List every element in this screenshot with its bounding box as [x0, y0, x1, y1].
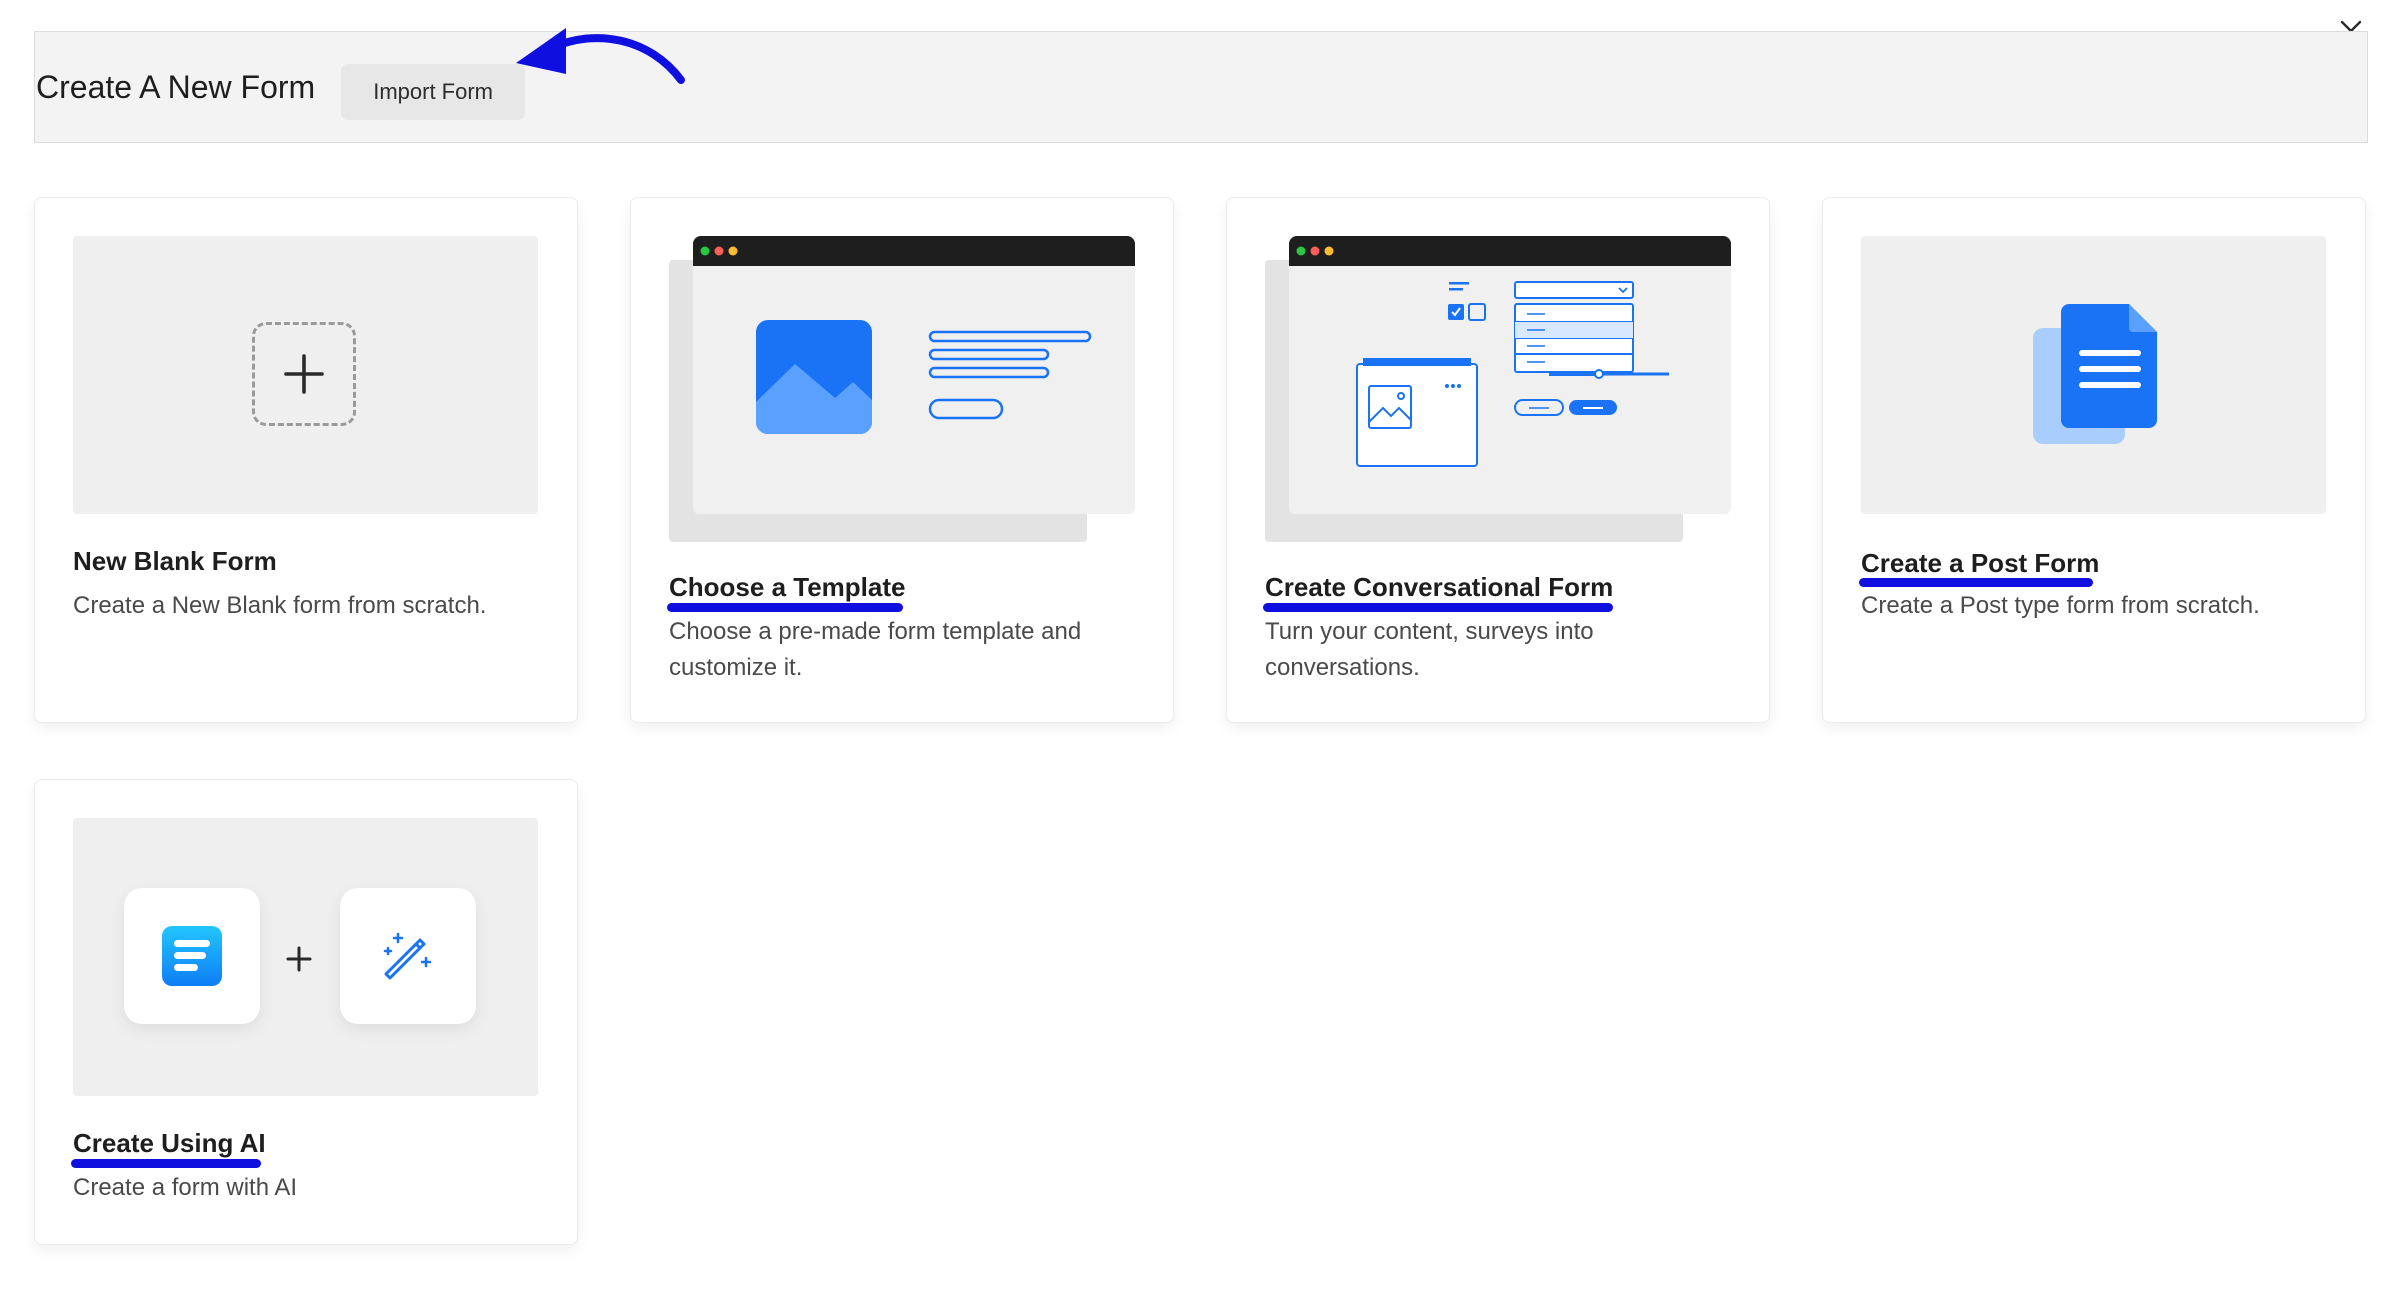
create-using-ai-card[interactable]: Create Using AI Create a form with AI	[34, 779, 578, 1245]
card-description: Choose a pre-made form template and cust…	[669, 618, 1082, 681]
fluent-forms-logo-icon	[162, 926, 222, 986]
card-title: New Blank Form	[73, 546, 277, 576]
card-preview	[73, 236, 538, 514]
card-title: Create a Post Form	[1861, 548, 2100, 578]
post-form-card[interactable]: Create a Post Form Create a Post type fo…	[1822, 197, 2366, 723]
annotation-underline	[667, 603, 903, 612]
annotation-underline	[1263, 603, 1613, 612]
plus-icon	[286, 946, 312, 972]
page-title: Create A New Form	[36, 68, 316, 105]
ai-wand-tile	[340, 888, 476, 1024]
annotation-underline	[1859, 578, 2093, 587]
annotation-arrow-icon	[516, 28, 685, 84]
card-title: Create Conversational Form	[1265, 572, 1614, 602]
new-blank-form-card[interactable]: New Blank Form Create a New Blank form f…	[34, 197, 578, 723]
magic-wand-icon	[383, 932, 432, 980]
annotation-underline	[71, 1159, 261, 1168]
ai-logo-tile	[124, 888, 260, 1024]
document-icon	[2033, 304, 2157, 444]
card-description: Create a form with AI	[73, 1174, 298, 1201]
import-form-button[interactable]: Import Form	[341, 64, 525, 120]
card-description: Create a Post type form from scratch.	[1861, 592, 2260, 619]
card-description: Create a New Blank form from scratch.	[73, 592, 487, 619]
choose-template-card[interactable]: Choose a Template Choose a pre-made form…	[630, 197, 1174, 723]
plus-icon	[252, 322, 356, 426]
card-preview	[73, 818, 538, 1096]
card-title: Create Using AI	[73, 1128, 266, 1158]
modal-header: Create A New Form Import Form	[34, 31, 2368, 143]
card-preview	[1861, 236, 2326, 514]
conversational-form-card[interactable]: Create Conversational Form Turn your con…	[1226, 197, 1770, 723]
card-title: Choose a Template	[669, 572, 906, 602]
card-description: Turn your content, surveys into conversa…	[1265, 618, 1594, 681]
